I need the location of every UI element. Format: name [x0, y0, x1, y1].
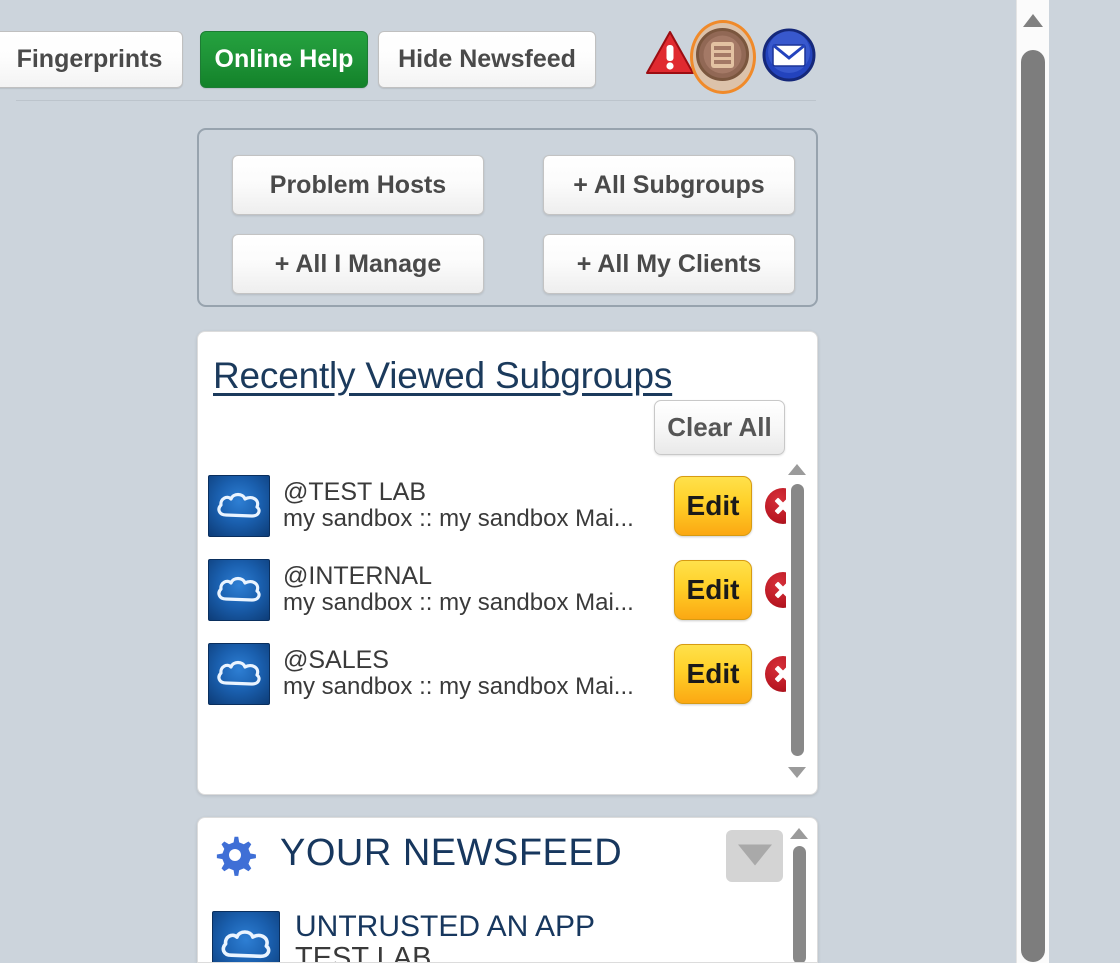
edit-button-label: Edit: [686, 574, 740, 605]
quick-filter-panel: Problem Hosts + All Subgroups + All I Ma…: [197, 128, 818, 307]
scrollbar-thumb[interactable]: [793, 846, 806, 962]
clear-all-label: Clear All: [667, 412, 772, 442]
newsfeed-item[interactable]: UNTRUSTED AN APP TEST LAB: [212, 910, 596, 963]
list-item-text: @SALES my sandbox :: my sandbox Mai...: [283, 645, 674, 702]
status-icon-group: [645, 20, 825, 94]
all-i-manage-button[interactable]: + All I Manage: [232, 234, 484, 294]
list-item-title: @TEST LAB: [283, 477, 427, 506]
cloud-app-icon: [208, 475, 270, 537]
online-help-button-label: Online Help: [214, 45, 354, 73]
newsfeed-item-text: UNTRUSTED AN APP TEST LAB: [295, 910, 596, 963]
recently-viewed-subgroups-card: Recently Viewed Subgroups Clear All @TES…: [197, 331, 818, 795]
newsfeed-title: YOUR NEWSFEED: [280, 832, 623, 874]
top-toolbar: Fingerprints Online Help Hide Newsfeed: [0, 0, 1017, 103]
list-item-text: @INTERNAL my sandbox :: my sandbox Mai..…: [283, 561, 674, 618]
warning-triangle-icon[interactable]: [645, 30, 695, 76]
cloud-app-icon: [208, 643, 270, 705]
list-item-title: @SALES: [283, 645, 389, 674]
recent-list-scrollbar[interactable]: [786, 462, 809, 780]
online-help-button[interactable]: Online Help: [200, 31, 368, 88]
list-item[interactable]: @TEST LAB my sandbox :: my sandbox Mai..…: [208, 464, 801, 548]
all-i-manage-label: + All I Manage: [274, 249, 442, 278]
mail-envelope-icon[interactable]: [762, 28, 816, 82]
edit-button[interactable]: Edit: [674, 560, 752, 620]
list-item-subtitle: my sandbox :: my sandbox Mai...: [283, 588, 634, 616]
hide-newsfeed-button[interactable]: Hide Newsfeed: [378, 31, 596, 88]
gear-icon[interactable]: [215, 836, 257, 878]
problem-hosts-button[interactable]: Problem Hosts: [232, 155, 484, 215]
edit-button-label: Edit: [686, 490, 740, 521]
newsfeed-item-title: UNTRUSTED AN APP: [295, 910, 596, 943]
all-my-clients-label: + All My Clients: [576, 249, 762, 278]
scroll-up-arrow-icon[interactable]: [790, 828, 808, 839]
list-item-title: @INTERNAL: [283, 561, 433, 590]
cloud-app-icon: [212, 911, 280, 962]
all-subgroups-button[interactable]: + All Subgroups: [543, 155, 795, 215]
toolbar-divider: [16, 100, 816, 101]
fingerprints-button[interactable]: Fingerprints: [0, 31, 183, 88]
newsfeed-scrollbar[interactable]: [788, 826, 811, 962]
clear-all-button[interactable]: Clear All: [654, 400, 785, 455]
page-scrollbar-thumb[interactable]: [1021, 50, 1045, 962]
list-item[interactable]: @INTERNAL my sandbox :: my sandbox Mai..…: [208, 548, 801, 632]
newsfeed-card: YOUR NEWSFEED UNTRUSTED AN APP TEST LAB: [197, 817, 818, 963]
edit-button-label: Edit: [686, 658, 740, 689]
clock-history-icon[interactable]: [695, 27, 750, 82]
list-item[interactable]: @SALES my sandbox :: my sandbox Mai... E…: [208, 632, 801, 716]
scrollbar-thumb[interactable]: [791, 484, 804, 756]
problem-hosts-label: Problem Hosts: [269, 170, 447, 199]
page-scrollbar[interactable]: [1016, 0, 1049, 963]
scroll-up-arrow-icon[interactable]: [788, 464, 806, 475]
edit-button[interactable]: Edit: [674, 644, 752, 704]
hide-newsfeed-button-label: Hide Newsfeed: [398, 45, 576, 73]
list-item-text: @TEST LAB my sandbox :: my sandbox Mai..…: [283, 477, 674, 534]
page-background-right: [1049, 0, 1120, 963]
page-scroll-up-arrow-icon[interactable]: [1023, 14, 1043, 27]
list-item-subtitle: my sandbox :: my sandbox Mai...: [283, 504, 634, 532]
app-root: Fingerprints Online Help Hide Newsfeed P…: [0, 0, 1120, 963]
recent-subgroup-list: @TEST LAB my sandbox :: my sandbox Mai..…: [208, 464, 801, 782]
chevron-down-icon[interactable]: [726, 830, 783, 882]
cloud-glyph: [217, 576, 261, 602]
cloud-glyph: [217, 660, 261, 686]
cloud-app-icon: [208, 559, 270, 621]
edit-button[interactable]: Edit: [674, 476, 752, 536]
scroll-down-arrow-icon[interactable]: [788, 767, 806, 778]
fingerprints-button-label: Fingerprints: [16, 45, 163, 73]
all-my-clients-button[interactable]: + All My Clients: [543, 234, 795, 294]
all-subgroups-label: + All Subgroups: [573, 170, 765, 199]
cloud-glyph: [217, 492, 261, 518]
list-item-subtitle: my sandbox :: my sandbox Mai...: [283, 672, 634, 700]
newsfeed-item-subtitle: TEST LAB: [295, 942, 432, 963]
recently-viewed-subgroups-title[interactable]: Recently Viewed Subgroups: [213, 355, 672, 397]
cloud-glyph: [221, 930, 271, 959]
